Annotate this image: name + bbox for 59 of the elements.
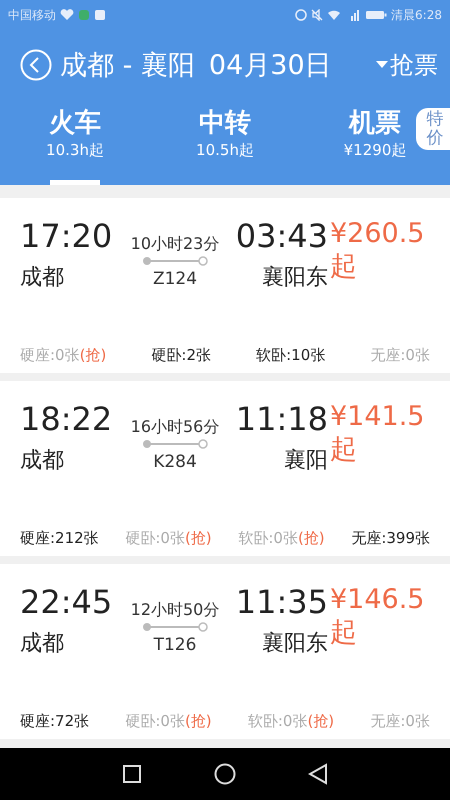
route-line-icon: [142, 438, 208, 450]
date-selector[interactable]: 04月30日: [208, 47, 332, 83]
clock-time: 清晨6:28: [391, 6, 442, 24]
arrival-time: 11:35: [236, 582, 328, 622]
train-card[interactable]: 18:22 成都 16小时56分 K284 11:18 襄阳 ¥141.5 起 硬座:212张 硬卧:0张(抢) 软卧:0张(抢) 无座:399张: [0, 381, 450, 556]
back-icon[interactable]: [20, 49, 52, 81]
train-number: Z124: [152, 269, 198, 289]
departure-time: 22:45: [20, 582, 114, 622]
duration: 10小时23分: [130, 234, 220, 255]
arrival-time: 03:43: [236, 216, 328, 256]
price: ¥260.5: [330, 217, 424, 251]
route-title: 成都 - 襄阳: [60, 49, 195, 83]
departure-station: 成都: [20, 447, 65, 475]
seat-availability: 软卧:10张: [256, 346, 326, 365]
seat-availability: 硬座:0张(抢): [20, 346, 106, 365]
arrival-station: 襄阳东: [262, 264, 328, 292]
route-line-icon: [142, 255, 208, 267]
back-nav-icon[interactable]: [308, 763, 328, 785]
carrier-name: 中国移动: [8, 6, 56, 24]
heart-icon: [60, 9, 74, 21]
seat-availability: 硬座:212张: [20, 529, 99, 548]
train-number: K284: [153, 452, 197, 472]
price-suffix: 起: [330, 252, 358, 282]
discount-badge: 特价: [416, 108, 450, 150]
price-suffix: 起: [330, 618, 358, 648]
battery-icon: [365, 9, 388, 21]
tab[interactable]: 中转 10.5h起: [150, 100, 300, 185]
price-suffix: 起: [330, 435, 358, 465]
arrival-station: 襄阳: [284, 447, 328, 475]
route-line-icon: [142, 621, 208, 633]
wifi-icon: [327, 9, 342, 21]
seat-availability: 无座:399张: [351, 529, 430, 548]
recents-icon[interactable]: [122, 764, 142, 784]
home-icon[interactable]: [214, 763, 236, 785]
duration: 16小时56分: [130, 417, 220, 438]
price: ¥146.5: [330, 583, 424, 617]
departure-time: 17:20: [20, 216, 114, 256]
train-card[interactable]: 17:20 成都 10小时23分 Z124 03:43 襄阳东 ¥260.5 起 硬座:0张(抢) 硬卧:2张 软卧:10张 无座:0张: [0, 198, 450, 373]
tab[interactable]: 火车 10.3h起: [0, 100, 150, 185]
duration: 12小时50分: [130, 600, 220, 621]
arrival-time: 11:18: [236, 399, 328, 439]
mute-icon: [311, 9, 324, 21]
train-number: T126: [154, 635, 196, 655]
train-card[interactable]: 22:45 成都 12小时50分 T126 11:35 襄阳东 ¥146.5 起 硬座:72张 硬卧:0张(抢) 软卧:0张(抢) 无座:0张: [0, 564, 450, 739]
caret-icon: [376, 61, 388, 69]
seat-availability: 无座:0张: [370, 346, 430, 365]
seat-availability: 硬座:72张: [20, 712, 90, 731]
departure-time: 18:22: [20, 399, 114, 439]
grab-ticket-button[interactable]: 抢票: [376, 49, 438, 81]
departure-station: 成都: [20, 630, 65, 658]
seat-availability: 软卧:0张(抢): [248, 712, 334, 731]
price: ¥141.5: [330, 400, 424, 434]
seat-availability: 硬卧:0张(抢): [125, 712, 212, 731]
arrival-station: 襄阳东: [262, 630, 328, 658]
seat-availability: 硬卧:2张: [151, 346, 212, 365]
seat-availability: 无座:0张: [370, 712, 430, 731]
departure-station: 成都: [20, 264, 65, 292]
seat-availability: 硬卧:0张(抢): [125, 529, 212, 548]
seat-availability: 软卧:0张(抢): [238, 529, 325, 548]
